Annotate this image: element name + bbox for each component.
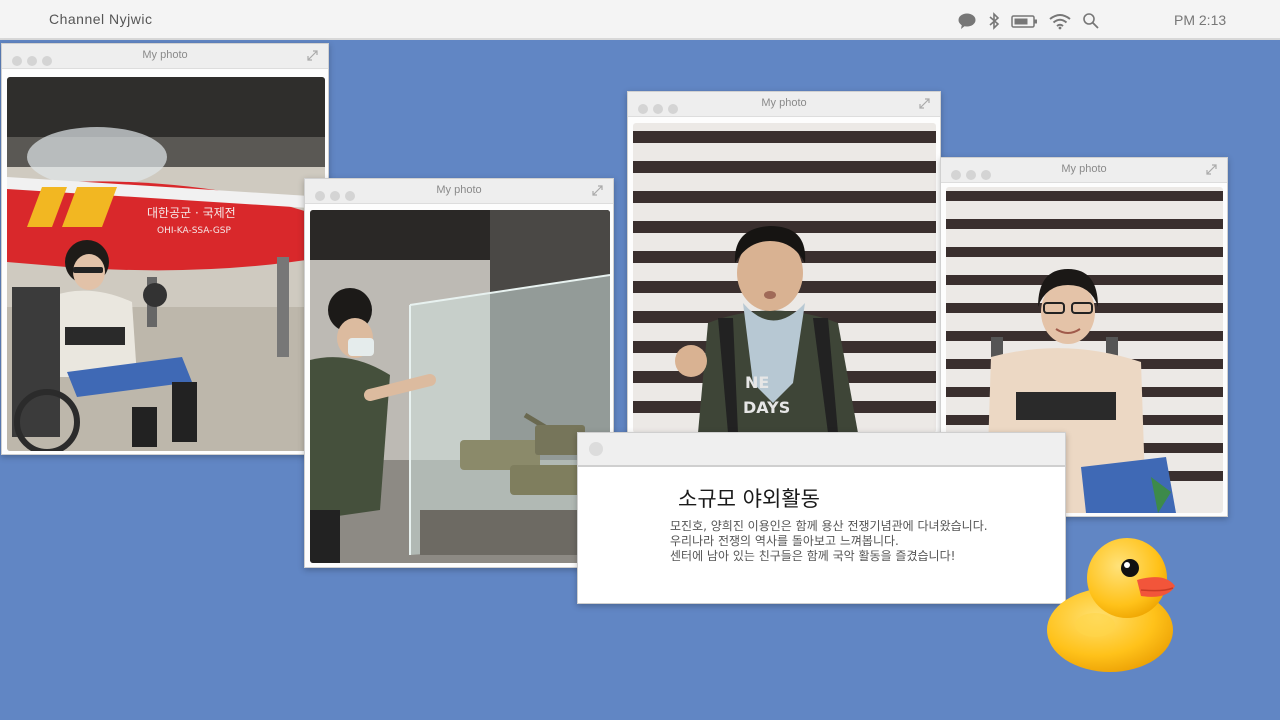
bluetooth-icon[interactable]: [987, 12, 1001, 30]
dialog-close-dot[interactable]: [589, 442, 603, 456]
photo-boy-tank-model: [310, 210, 610, 563]
expand-icon[interactable]: [592, 185, 603, 196]
dialog-line: 센터에 남아 있는 친구들은 함께 국악 활동을 즐겼습니다!: [670, 549, 956, 563]
expand-icon[interactable]: [307, 50, 318, 61]
photo-window-tank[interactable]: My photo: [304, 178, 614, 568]
photo-girl-wheelchair-jet: 대한공군 · 국제전 OHI-KA-SSA-GSP: [7, 77, 325, 451]
channel-brand: Channel Nyjwic: [49, 11, 153, 27]
window-title: My photo: [436, 184, 482, 196]
chat-icon[interactable]: [957, 12, 977, 30]
rubber-duck-icon: [1047, 538, 1175, 672]
search-icon[interactable]: [1082, 12, 1100, 30]
svg-text:대한공군 · 국제전: 대한공군 · 국제전: [147, 206, 236, 220]
dialog-line: 우리나라 전쟁의 역사를 돌아보고 느껴봅니다.: [670, 534, 899, 548]
wifi-icon[interactable]: [1049, 12, 1071, 30]
window-title: My photo: [142, 49, 188, 61]
svg-text:DAYS: DAYS: [743, 398, 790, 417]
window-titlebar[interactable]: My photo: [628, 92, 940, 117]
window-titlebar[interactable]: My photo: [941, 158, 1227, 183]
photo-boy-memorial-wall: NE DAYS: [633, 123, 936, 433]
expand-icon[interactable]: [1206, 164, 1217, 175]
dialog-body: 모진호, 양희진 이용인은 함께 용산 전쟁기념관에 다녀왔습니다. 우리나라 …: [670, 519, 1050, 564]
window-titlebar[interactable]: My photo: [305, 179, 613, 204]
expand-icon[interactable]: [919, 98, 930, 109]
info-dialog[interactable]: 소규모 야외활동 모진호, 양희진 이용인은 함께 용산 전쟁기념관에 다녀왔습…: [577, 432, 1066, 604]
dialog-line: 모진호, 양희진 이용인은 함께 용산 전쟁기념관에 다녀왔습니다.: [670, 519, 988, 533]
battery-icon[interactable]: [1011, 12, 1038, 30]
dialog-titlebar[interactable]: [578, 433, 1065, 467]
window-titlebar[interactable]: My photo: [2, 44, 328, 69]
photo-window-jet[interactable]: My photo 대한공군 · 국제전 OHI-KA-SSA-GSP: [1, 43, 329, 455]
window-title: My photo: [1061, 163, 1107, 175]
window-title: My photo: [761, 97, 807, 109]
svg-text:OHI-KA-SSA-GSP: OHI-KA-SSA-GSP: [157, 226, 232, 236]
menu-clock: PM 2:13: [1174, 12, 1227, 28]
dialog-heading: 소규모 야외활동: [678, 487, 820, 511]
menu-bar: Channel Nyjwic PM 2:13: [0, 0, 1280, 40]
svg-text:NE: NE: [745, 373, 769, 392]
photo-window-boy-wall[interactable]: My photo NE DAYS: [627, 91, 941, 436]
